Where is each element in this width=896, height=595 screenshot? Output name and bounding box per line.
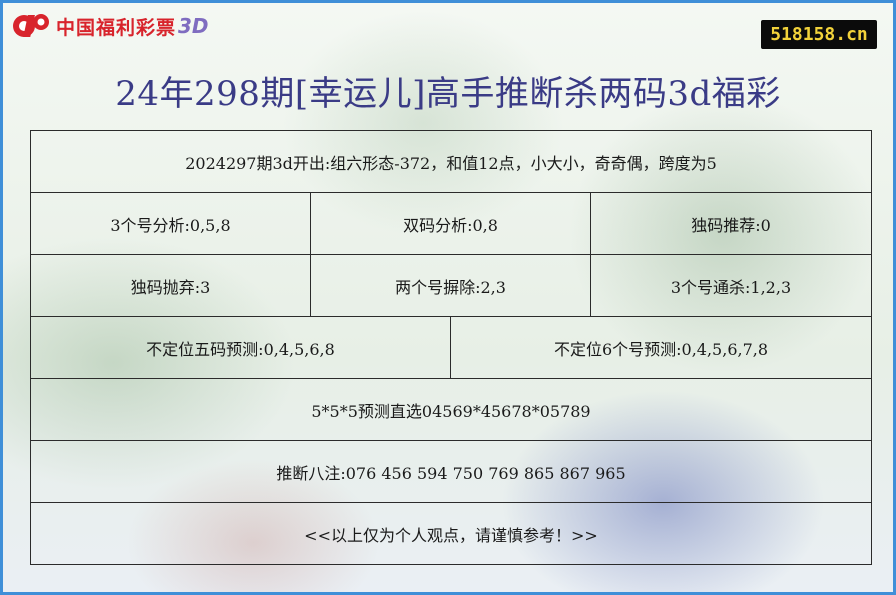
three-number-kill: 3个号通杀:1,2,3 — [590, 254, 872, 317]
direct-selection-prediction: 5*5*5预测直选04569*45678*05789 — [30, 378, 872, 441]
five-code-prediction: 不定位五码预测:0,4,5,6,8 — [30, 316, 451, 379]
page-title: 24年298期[幸运儿]高手推断杀两码3d福彩 — [115, 74, 781, 114]
logo-text: 中国福利彩票 — [56, 16, 177, 39]
prediction-table: 2024297期3d开出:组六形态-372，和值12点，小大小，奇奇偶，跨度为5… — [30, 130, 872, 565]
table-row: 不定位五码预测:0,4,5,6,8 不定位6个号预测:0,4,5,6,7,8 — [30, 316, 872, 379]
site-badge[interactable]: 518158.cn — [761, 20, 877, 49]
table-row: 推断八注:076 456 594 750 769 865 867 965 — [30, 440, 872, 503]
single-code-discard: 独码抛弃:3 — [30, 254, 311, 317]
table-row: 2024297期3d开出:组六形态-372，和值12点，小大小，奇奇偶，跨度为5 — [30, 130, 872, 193]
table-row: <<以上仅为个人观点，请谨慎参考！>> — [30, 502, 872, 565]
logo-3d-suffix: 3D — [178, 14, 209, 38]
table-row: 独码抛弃:3 两个号摒除:2,3 3个号通杀:1,2,3 — [30, 254, 872, 317]
single-code-recommend: 独码推荐:0 — [590, 192, 872, 255]
welfare-lottery-logo-icon — [13, 14, 49, 37]
eight-bets-prediction: 推断八注:076 456 594 750 769 865 867 965 — [30, 440, 872, 503]
double-code-analysis: 双码分析:0,8 — [310, 192, 591, 255]
previous-draw-result: 2024297期3d开出:组六形态-372，和值12点，小大小，奇奇偶，跨度为5 — [30, 130, 872, 193]
three-number-analysis: 3个号分析:0,5,8 — [30, 192, 311, 255]
logo: 中国福利彩票 3D — [12, 10, 209, 42]
disclaimer: <<以上仅为个人观点，请谨慎参考！>> — [30, 502, 872, 565]
table-row: 5*5*5预测直选04569*45678*05789 — [30, 378, 872, 441]
two-number-exclude: 两个号摒除:2,3 — [310, 254, 591, 317]
six-code-prediction: 不定位6个号预测:0,4,5,6,7,8 — [450, 316, 872, 379]
table-row: 3个号分析:0,5,8 双码分析:0,8 独码推荐:0 — [30, 192, 872, 255]
